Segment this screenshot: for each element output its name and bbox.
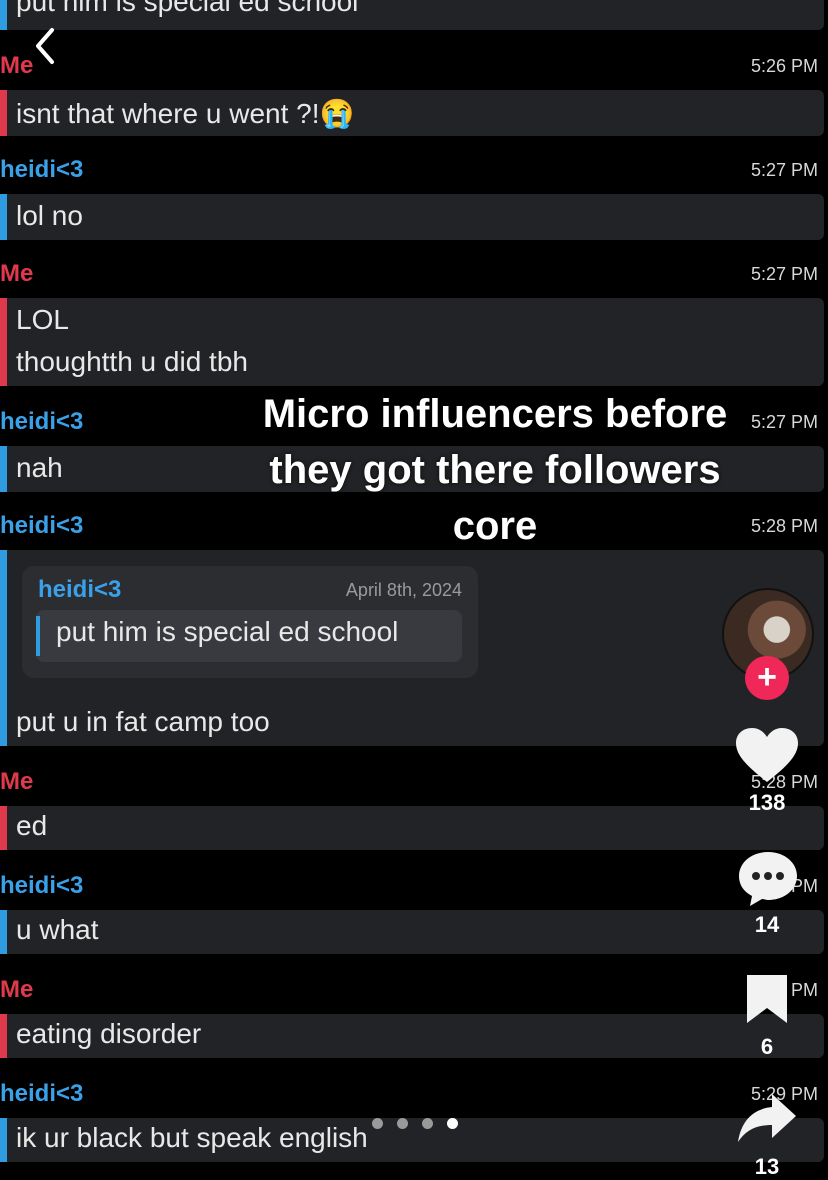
carousel-dot[interactable] bbox=[397, 1118, 408, 1129]
message-text: LOL bbox=[16, 304, 69, 335]
comment-count: 14 bbox=[754, 912, 780, 937]
carousel-indicator bbox=[372, 1116, 472, 1134]
message-accent-bar bbox=[0, 298, 7, 386]
message-text: eating disorder bbox=[16, 1018, 202, 1049]
message-accent-bar bbox=[0, 1118, 7, 1162]
bookmark-count: 6 bbox=[760, 1034, 774, 1059]
message-text: put him is special ed school bbox=[16, 0, 359, 17]
heart-icon bbox=[736, 728, 798, 782]
message-accent-bar bbox=[0, 194, 7, 240]
message-timestamp: 5:28 PM bbox=[750, 516, 818, 536]
chevron-left-icon[interactable] bbox=[30, 26, 64, 66]
like-button[interactable] bbox=[734, 726, 800, 786]
message-text: ik ur black but speak english bbox=[16, 1122, 368, 1153]
message-text: u what bbox=[16, 914, 99, 945]
message-bubble: ed bbox=[0, 806, 824, 850]
sender-name: Me bbox=[0, 768, 34, 795]
message-timestamp: 5:27 PM bbox=[750, 160, 818, 180]
quoted-date: April 8th, 2024 bbox=[345, 580, 462, 600]
message-accent-bar bbox=[0, 446, 7, 492]
sender-name: Me bbox=[0, 260, 34, 287]
message-text: put u in fat camp too bbox=[16, 706, 270, 737]
message-bubble: lol no bbox=[0, 194, 824, 240]
message-accent-bar bbox=[0, 550, 7, 746]
quoted-message: put him is special ed school bbox=[36, 610, 462, 662]
sender-name: heidi<3 bbox=[0, 408, 84, 435]
message-accent-bar bbox=[0, 90, 7, 136]
message-text: nah bbox=[16, 452, 63, 483]
message-text: isnt that where u went ?! bbox=[16, 98, 320, 129]
message-accent-bar bbox=[0, 910, 7, 954]
message-timestamp: 5:27 PM bbox=[750, 264, 818, 284]
sender-name: heidi<3 bbox=[0, 1080, 84, 1107]
carousel-dot[interactable] bbox=[422, 1118, 433, 1129]
sender-name: heidi<3 bbox=[0, 512, 84, 539]
message-bubble: eating disorder bbox=[0, 1014, 824, 1058]
share-icon bbox=[738, 1094, 796, 1142]
message-timestamp: 5:27 PM bbox=[750, 412, 818, 432]
video-caption: Micro influencers before they got there … bbox=[230, 386, 760, 554]
message-accent-bar bbox=[0, 806, 7, 850]
comment-button[interactable] bbox=[736, 848, 800, 908]
carousel-dot[interactable] bbox=[372, 1118, 383, 1129]
like-count: 138 bbox=[748, 790, 786, 815]
comment-icon bbox=[739, 852, 797, 906]
sender-name: heidi<3 bbox=[0, 156, 84, 183]
message-text: thoughtth u did tbh bbox=[16, 346, 248, 377]
caption-line: core bbox=[452, 504, 538, 548]
crying-face-emoji: 😭 bbox=[319, 98, 355, 129]
message-bubble: isnt that where u went ?!😭 bbox=[0, 90, 824, 136]
message-accent-bar bbox=[0, 1014, 7, 1058]
bookmark-icon bbox=[747, 975, 787, 1023]
message-text: ed bbox=[16, 810, 48, 841]
message-text: lol no bbox=[16, 200, 83, 231]
message-bubble: u what bbox=[0, 910, 824, 954]
quoted-text: put him is special ed school bbox=[56, 616, 399, 647]
caption-line: Micro influencers before bbox=[262, 392, 728, 436]
share-count: 13 bbox=[754, 1154, 780, 1179]
message-accent-bar bbox=[0, 0, 7, 30]
message-timestamp: 5:26 PM bbox=[750, 56, 818, 76]
caption-line: they got there followers bbox=[269, 448, 721, 492]
sender-name: heidi<3 bbox=[0, 872, 84, 899]
message-bubble: LOL thoughtth u did tbh bbox=[0, 298, 824, 386]
message-bubble-partial: put him is special ed school bbox=[0, 0, 824, 30]
bookmark-button[interactable] bbox=[744, 972, 790, 1026]
follow-button[interactable]: + bbox=[745, 656, 789, 700]
quoted-accent-bar bbox=[36, 616, 40, 656]
quoted-reply[interactable]: heidi<3 April 8th, 2024 put him is speci… bbox=[22, 566, 478, 678]
carousel-dot-active[interactable] bbox=[447, 1118, 458, 1129]
share-button[interactable] bbox=[736, 1092, 798, 1146]
sender-name: Me bbox=[0, 976, 34, 1003]
quoted-sender: heidi<3 bbox=[38, 576, 122, 603]
sender-name: Me bbox=[0, 52, 34, 79]
